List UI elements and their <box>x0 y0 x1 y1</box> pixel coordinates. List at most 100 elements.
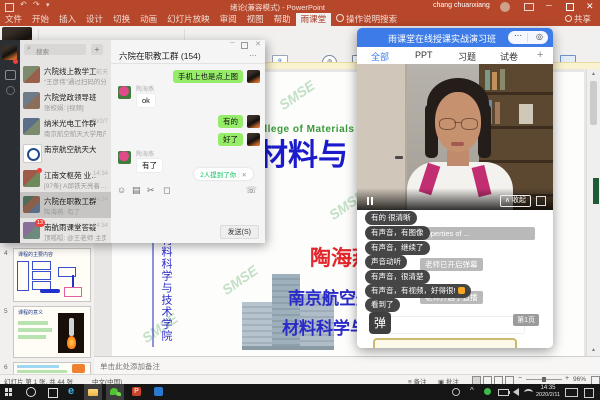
wechat-close-button[interactable]: ✕ <box>255 40 261 48</box>
peer-avatar[interactable] <box>118 86 131 99</box>
tab-exercise[interactable]: 习题 <box>458 50 476 63</box>
tab-rainclassroom[interactable]: 雨课堂 <box>296 13 332 26</box>
search-input[interactable]: ⌕ 搜索 <box>24 44 86 55</box>
chat-list-item[interactable]: 六院线上教学工作群 “王彦伟”通过扫码的分… 前天 <box>20 62 111 88</box>
dismiss-icon[interactable]: ✕ <box>242 172 247 179</box>
wechat-user-avatar[interactable] <box>2 45 17 60</box>
tab-slideshow[interactable]: 幻灯片放映 <box>162 13 215 26</box>
chat-history-icon[interactable]: ◻ <box>163 185 170 196</box>
thumbnail-slide-5[interactable]: 课程的意义 <box>13 306 91 358</box>
save-icon[interactable] <box>5 3 14 12</box>
tab-design[interactable]: 设计 <box>81 13 108 26</box>
wechat-minimize-button[interactable]: ─ <box>230 40 235 47</box>
voice-call-icon[interactable]: ☏ <box>246 185 257 196</box>
collapse-video-button[interactable]: ∧ 收起 <box>500 195 531 207</box>
task-view-icon[interactable] <box>48 388 58 398</box>
wechat-task[interactable] <box>106 384 124 400</box>
fullscreen-icon[interactable] <box>536 196 546 206</box>
edge-icon[interactable]: e <box>68 385 74 397</box>
tab-review[interactable]: 审阅 <box>215 13 242 26</box>
ribbon-display-options-icon[interactable] <box>524 3 534 11</box>
chat-list-item[interactable]: 南京航空航天大学智慧门户 <box>20 140 111 166</box>
tab-add[interactable]: + <box>537 49 543 61</box>
close-button[interactable]: ✕ <box>586 1 594 12</box>
diagram-box <box>32 261 51 270</box>
hidden-icons-caret[interactable]: ^ <box>470 386 474 395</box>
received-message-bubble: ok <box>136 93 156 108</box>
scrollbar-thumb[interactable] <box>590 81 597 125</box>
wechat-tray-icon[interactable] <box>484 388 491 395</box>
add-chat-button[interactable]: + <box>91 44 103 55</box>
peer-name: 陶海燕 <box>136 84 154 93</box>
peer-avatar[interactable] <box>118 151 131 164</box>
zoom-slider[interactable] <box>526 379 562 380</box>
more-icon[interactable]: ⋯ <box>514 31 522 40</box>
wechat-maximize-button[interactable] <box>241 42 248 49</box>
account-name[interactable]: chang chuanxiang <box>433 2 490 9</box>
person-icon <box>565 15 572 22</box>
chat-list-item[interactable]: 纳米光电工作群 南京航空航天大学用户… 20/2/7 <box>20 114 111 140</box>
chat-list-item[interactable]: 六院党政领导班子脱… 张校娟: [视频] <box>20 88 111 114</box>
clock[interactable]: 14:35 2020/2/11 <box>536 385 560 399</box>
powerpoint-task[interactable]: P <box>128 384 146 400</box>
blue-app-task[interactable] <box>150 384 168 400</box>
mention-notice-pill[interactable]: 2人提到了你 | ✕ <box>194 168 253 180</box>
slide-scrollbar[interactable]: ▲ ▲ ▼ ▼ <box>586 69 600 374</box>
account-avatar[interactable] <box>500 2 510 12</box>
send-button[interactable]: 发送(S) <box>220 225 259 239</box>
chat-list-item-selected[interactable]: 六院在职教工群 陶海燕: 有了 14:34 <box>20 192 111 218</box>
zoom-out-icon[interactable]: − <box>518 375 522 382</box>
tab-ppt[interactable]: PPT <box>415 50 433 60</box>
maximize-button[interactable] <box>566 3 574 11</box>
tab-view[interactable]: 视图 <box>242 13 269 26</box>
zoom-in-icon[interactable]: + <box>565 375 569 382</box>
folder-icon <box>88 389 98 396</box>
tab-help[interactable]: 帮助 <box>269 13 296 26</box>
tab-home[interactable]: 开始 <box>27 13 54 26</box>
action-center-icon[interactable] <box>584 388 594 398</box>
notes-pane[interactable]: 单击此处添加备注 <box>94 356 600 375</box>
tellme-search[interactable]: 操作说明搜索 <box>331 13 402 26</box>
live-video[interactable]: ∧ 收起 <box>357 64 553 210</box>
tab-transitions[interactable]: 切换 <box>108 13 135 26</box>
undo-icon[interactable]: ↶ <box>20 0 27 9</box>
danmu-send-button[interactable]: 弹 <box>369 312 391 334</box>
touch-keyboard-icon[interactable] <box>565 388 578 397</box>
file-icon[interactable]: ▤ <box>132 185 141 196</box>
chat-list-item[interactable]: 江南文枢苑 业… [97条] A邱铁天亮着… 14:34 <box>20 166 111 192</box>
volume-icon[interactable] <box>513 388 519 396</box>
tab-insert[interactable]: 插入 <box>54 13 81 26</box>
close-circle-icon[interactable]: ◎ <box>536 32 543 41</box>
emoji-icon[interactable]: ☺ <box>117 185 126 195</box>
redo-icon[interactable]: ↷ <box>33 0 40 9</box>
thumbnail-slide-4[interactable]: 课程的主要内容 <box>13 248 91 302</box>
battery-icon[interactable] <box>498 389 509 396</box>
rainclassroom-header[interactable]: 雨课堂在线授课实战演习班 ⋯ ◎ <box>357 28 553 47</box>
start-slideshow-icon[interactable]: ▾ <box>46 1 50 9</box>
chats-icon[interactable] <box>5 70 16 80</box>
pause-icon[interactable] <box>367 197 369 205</box>
cortana-icon[interactable] <box>26 387 36 397</box>
chat-more-icon[interactable]: ··· <box>249 51 257 60</box>
screenshot-icon[interactable]: ✂ <box>147 185 155 196</box>
zoom-level[interactable]: 96% <box>573 376 586 383</box>
wifi-icon[interactable] <box>524 389 533 396</box>
chat-list-item[interactable]: 13 南航雨课堂答疑解惑群 顶呱呱: @王老师 主页… 14:34 <box>20 218 111 244</box>
danmu-input[interactable] <box>373 316 525 334</box>
tab-animations[interactable]: 动画 <box>135 13 162 26</box>
contacts-icon[interactable] <box>6 86 15 95</box>
file-explorer-task[interactable] <box>84 384 102 400</box>
notes-placeholder[interactable]: 单击此处添加备注 <box>100 361 160 372</box>
previous-slide-icon[interactable]: ▲ <box>591 347 596 353</box>
ribbon-tab-row: 文件 开始 插入 设计 切换 动画 幻灯片放映 审阅 视图 帮助 雨课堂 操作说… <box>0 13 600 26</box>
page-indicator[interactable]: 第1页 <box>513 314 539 326</box>
scroll-up-icon[interactable]: ▲ <box>591 71 596 77</box>
share-button[interactable]: 共享 <box>560 13 596 26</box>
minimize-button[interactable]: ─ <box>546 1 552 10</box>
pin-tray-icon[interactable] <box>452 388 460 396</box>
tab-file[interactable]: 文件 <box>0 13 27 26</box>
message-input[interactable] <box>111 198 265 226</box>
start-button[interactable] <box>5 388 13 396</box>
tab-paper[interactable]: 试卷 <box>500 50 518 63</box>
highlight-text-line <box>17 365 59 368</box>
